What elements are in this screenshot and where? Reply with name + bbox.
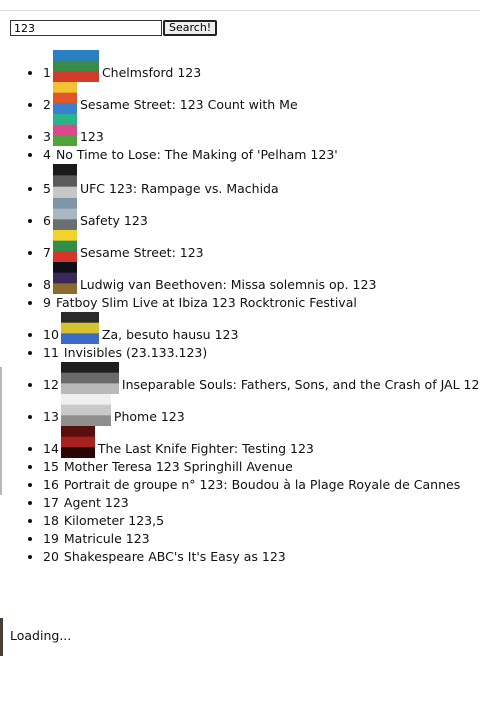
result-number: 11 [43, 345, 59, 360]
result-number: 6 [43, 213, 51, 228]
result-item[interactable]: 3 123 [43, 114, 480, 146]
result-title-link[interactable]: The Last Knife Fighter: Testing 123 [98, 441, 314, 456]
result-thumbnail[interactable] [52, 164, 77, 198]
result-number: 13 [43, 409, 59, 424]
result-thumbnail[interactable] [52, 230, 77, 262]
result-number: 14 [43, 441, 59, 456]
result-thumbnail[interactable] [52, 198, 77, 230]
result-item[interactable]: 20 Shakespeare ABC's It's Easy as 123 [43, 548, 480, 566]
result-item[interactable]: 7 Sesame Street: 123 [43, 230, 480, 262]
result-number: 1 [43, 65, 51, 80]
result-thumbnail[interactable] [52, 82, 77, 114]
result-title-link[interactable]: Ludwig van Beethoven: Missa solemnis op.… [80, 277, 376, 292]
top-divider [0, 10, 480, 11]
result-item[interactable]: 19 Matricule 123 [43, 530, 480, 548]
result-item[interactable]: 16 Portrait de groupe n° 123: Boudou à l… [43, 476, 480, 494]
result-number: 10 [43, 327, 59, 342]
result-item[interactable]: 11 Invisibles (23.133.123) [43, 344, 480, 362]
result-number: 4 [43, 147, 51, 162]
result-title-link[interactable]: Za, besuto hausu 123 [102, 327, 239, 342]
result-title-link[interactable]: Agent 123 [64, 495, 129, 510]
result-item[interactable]: 5 UFC 123: Rampage vs. Machida [43, 164, 480, 198]
result-title-link[interactable]: No Time to Lose: The Making of 'Pelham 1… [56, 147, 338, 162]
result-title-link[interactable]: Inseparable Souls: Fathers, Sons, and th… [122, 377, 480, 392]
result-number: 8 [43, 277, 51, 292]
result-title-link[interactable]: Fatboy Slim Live at Ibiza 123 Rocktronic… [56, 295, 357, 310]
result-thumbnail[interactable] [52, 262, 77, 294]
result-number: 17 [43, 495, 59, 510]
result-thumbnail[interactable] [60, 312, 99, 344]
search-input[interactable] [10, 20, 162, 36]
result-thumbnail[interactable] [60, 394, 111, 426]
result-number: 5 [43, 181, 51, 196]
result-number: 7 [43, 245, 51, 260]
result-number: 20 [43, 549, 59, 564]
result-item[interactable]: 9 Fatboy Slim Live at Ibiza 123 Rocktron… [43, 294, 480, 312]
result-title-link[interactable]: Kilometer 123,5 [64, 513, 164, 528]
result-thumbnail[interactable] [60, 426, 95, 458]
result-item[interactable]: 6 Safety 123 [43, 198, 480, 230]
result-thumbnail[interactable] [52, 114, 77, 146]
result-title-link[interactable]: Sesame Street: 123 [80, 245, 204, 260]
loading-text: Loading... [10, 628, 72, 643]
result-title-link[interactable]: Sesame Street: 123 Count with Me [80, 97, 298, 112]
loading-indicator: Loading... [0, 618, 310, 656]
result-number: 2 [43, 97, 51, 112]
result-title-link[interactable]: 123 [80, 129, 104, 144]
result-item[interactable]: 15 Mother Teresa 123 Springhill Avenue [43, 458, 480, 476]
result-item[interactable]: 18 Kilometer 123,5 [43, 512, 480, 530]
result-number: 3 [43, 129, 51, 144]
result-number: 18 [43, 513, 59, 528]
result-number: 9 [43, 295, 51, 310]
search-form: Search! [10, 20, 218, 36]
result-item[interactable]: 17 Agent 123 [43, 494, 480, 512]
result-item[interactable]: 12 Inseparable Souls: Fathers, Sons, and … [43, 362, 480, 394]
result-item[interactable]: 4 No Time to Lose: The Making of 'Pelham… [43, 146, 480, 164]
result-title-link[interactable]: UFC 123: Rampage vs. Machida [80, 181, 279, 196]
search-button[interactable]: Search! [163, 20, 218, 36]
result-title-link[interactable]: Matricule 123 [64, 531, 150, 546]
result-item[interactable]: 1 Chelmsford 123 [43, 50, 480, 82]
result-number: 16 [43, 477, 59, 492]
results-list: 1 Chelmsford 123 2 Sesame Street: 123 Count… [0, 50, 480, 566]
result-title-link[interactable]: Shakespeare ABC's It's Easy as 123 [64, 549, 286, 564]
result-title-link[interactable]: Safety 123 [80, 213, 148, 228]
result-number: 15 [43, 459, 59, 474]
result-item[interactable]: 14 The Last Knife Fighter: Testing 123 [43, 426, 480, 458]
result-title-link[interactable]: Invisibles (23.133.123) [64, 345, 207, 360]
result-item[interactable]: 8 Ludwig van Beethoven: Missa solemnis op… [43, 262, 480, 294]
result-title-link[interactable]: Chelmsford 123 [102, 65, 201, 80]
result-title-link[interactable]: Phome 123 [114, 409, 185, 424]
left-edge-bar [0, 367, 2, 495]
result-number: 12 [43, 377, 59, 392]
result-thumbnail[interactable] [60, 362, 119, 394]
result-title-link[interactable]: Portrait de groupe n° 123: Boudou à la P… [64, 477, 460, 492]
result-item[interactable]: 13 Phome 123 [43, 394, 480, 426]
result-item[interactable]: 2 Sesame Street: 123 Count with Me [43, 82, 480, 114]
result-number: 19 [43, 531, 59, 546]
result-item[interactable]: 10 Za, besuto hausu 123 [43, 312, 480, 344]
result-title-link[interactable]: Mother Teresa 123 Springhill Avenue [64, 459, 293, 474]
result-thumbnail[interactable] [52, 50, 99, 82]
